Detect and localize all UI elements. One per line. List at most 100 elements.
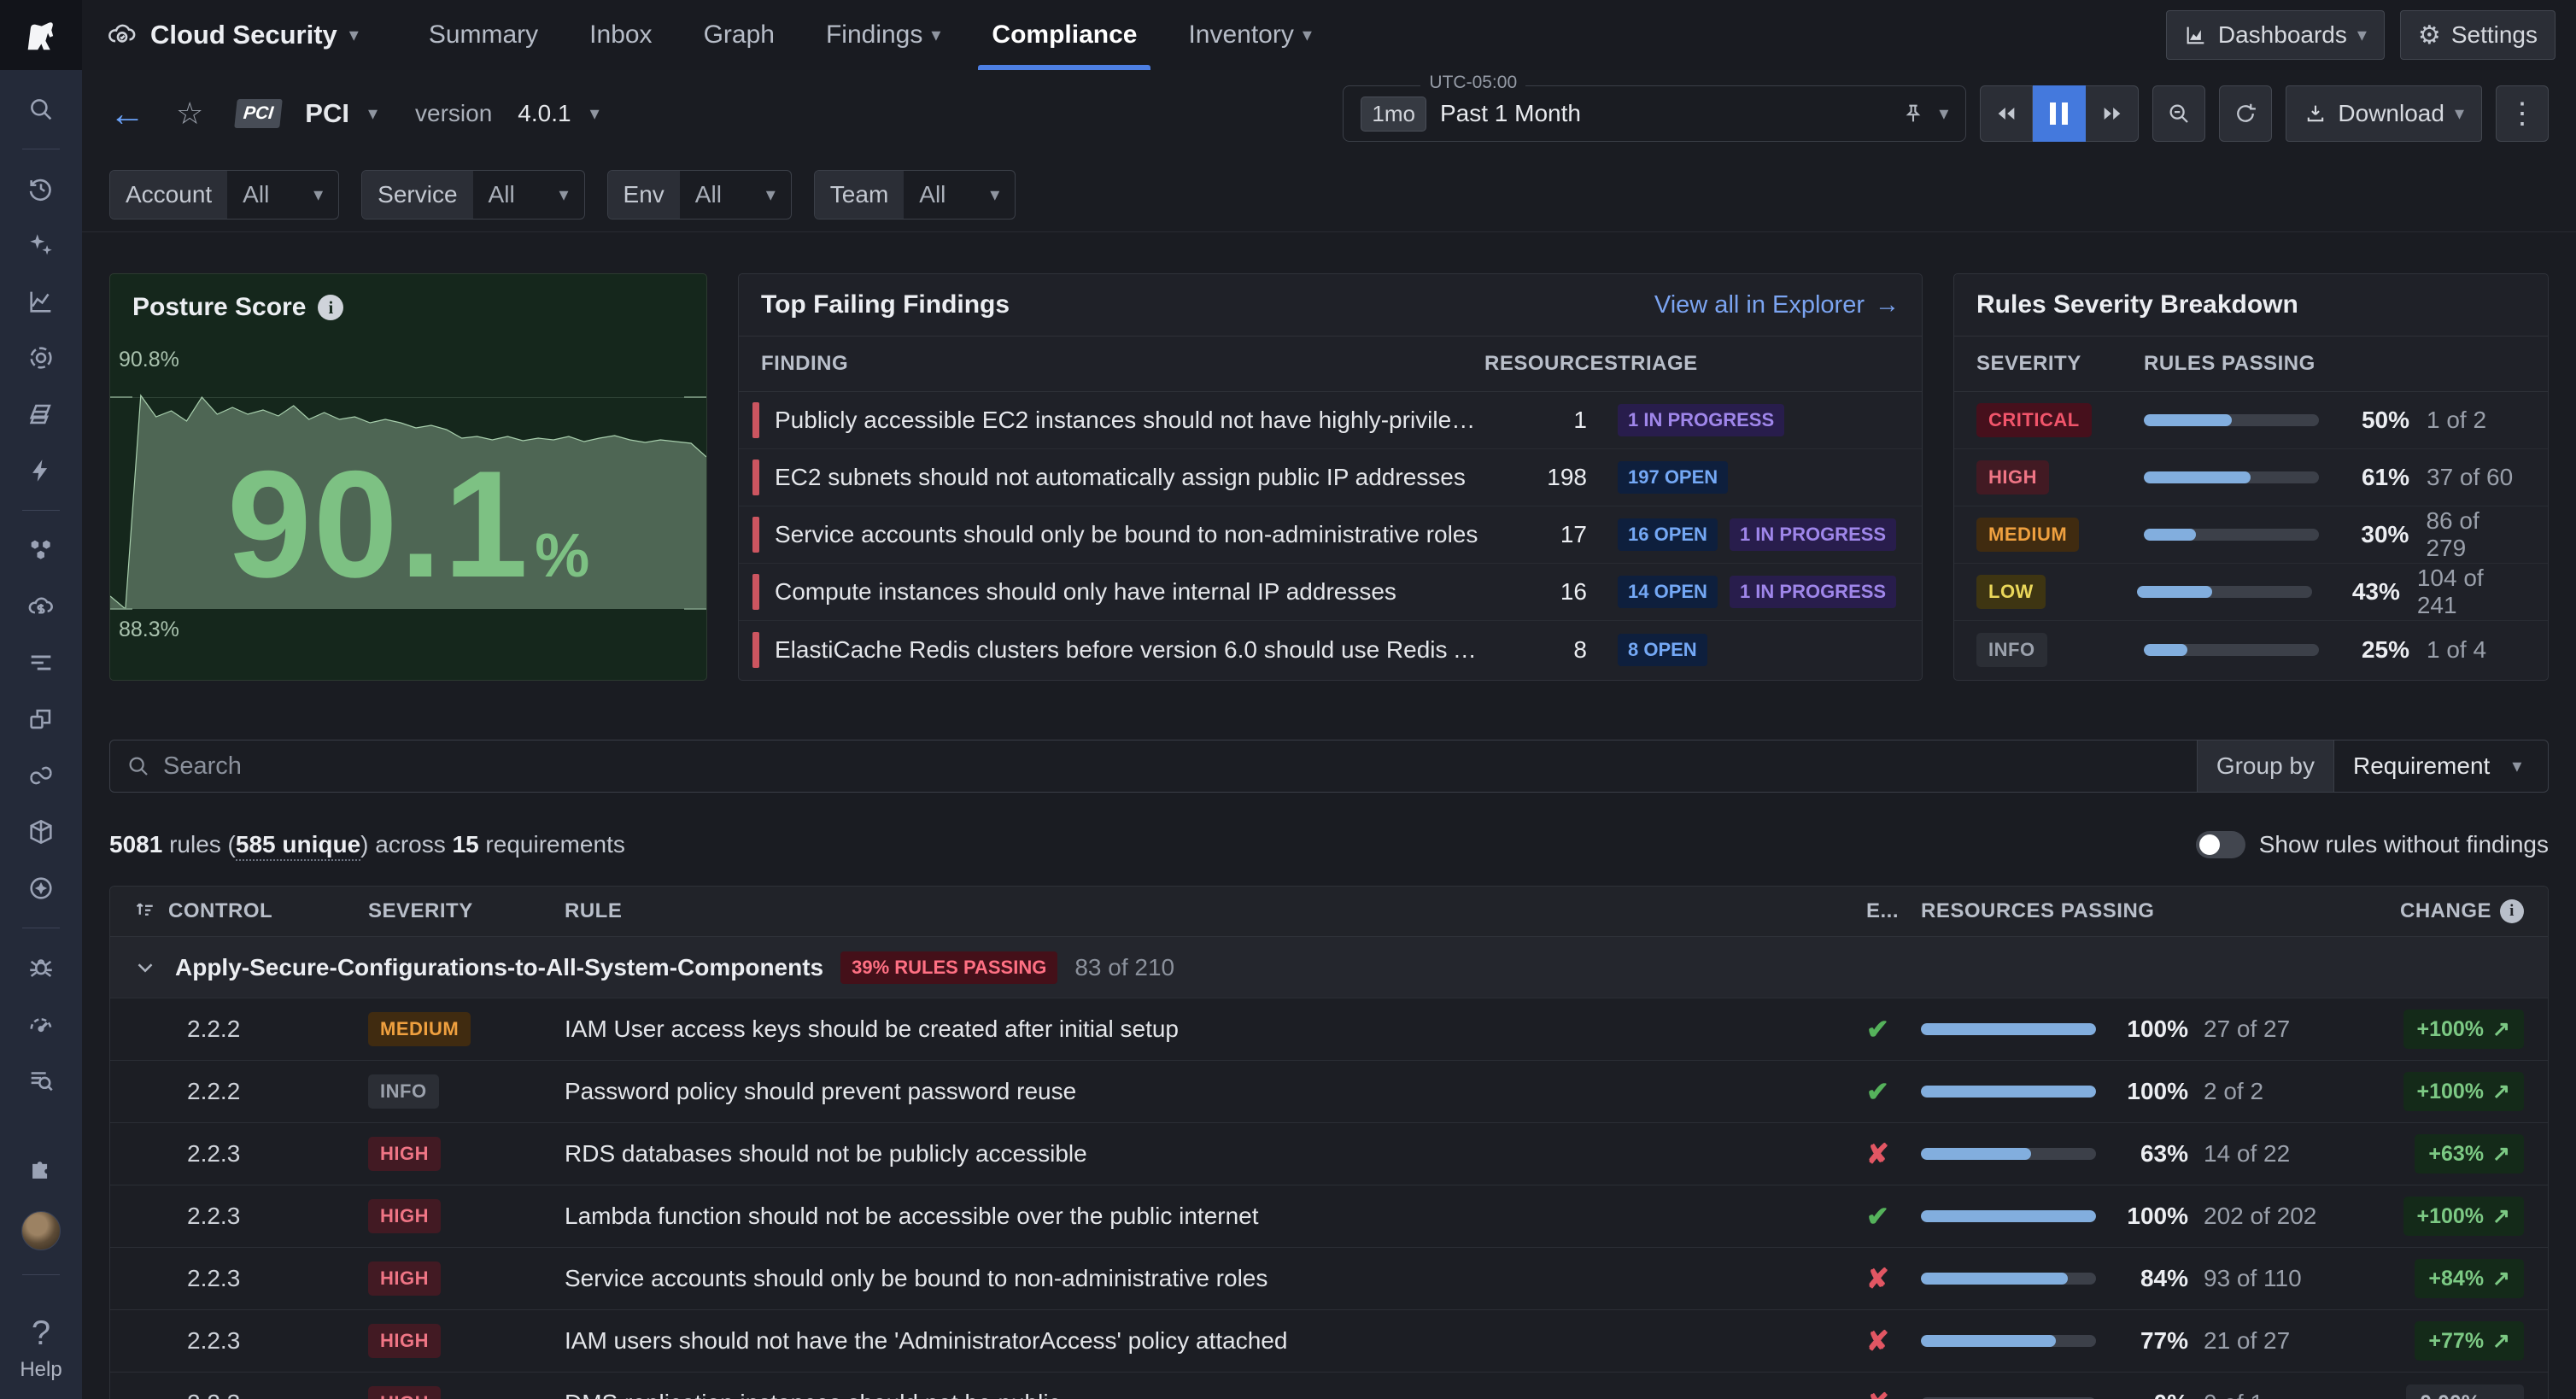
group-by-select[interactable]: Requirement ▾ xyxy=(2334,740,2548,792)
history-icon[interactable] xyxy=(24,172,58,206)
package-icon[interactable] xyxy=(24,815,58,849)
rule-row[interactable]: 2.2.3HIGHRDS databases should not be pub… xyxy=(110,1122,2548,1185)
integrations-puzzle-icon[interactable] xyxy=(24,1153,58,1187)
search-icon[interactable] xyxy=(24,92,58,126)
sparkles-icon[interactable] xyxy=(24,228,58,262)
help-button[interactable]: ? Help xyxy=(20,1299,61,1382)
pin-icon[interactable] xyxy=(1901,102,1925,126)
favorite-star-icon[interactable]: ☆ xyxy=(176,96,203,132)
infrastructure-hex-icon[interactable] xyxy=(24,533,58,567)
finding-row[interactable]: EC2 subnets should not automatically ass… xyxy=(739,449,1922,506)
triage-badge[interactable]: 1 IN PROGRESS xyxy=(1730,576,1896,608)
layers-icon[interactable] xyxy=(24,397,58,431)
chevron-down-icon[interactable]: ▾ xyxy=(590,102,600,125)
rule-row[interactable]: 2.2.3HIGHDMS replication instances shoul… xyxy=(110,1372,2548,1399)
finding-row[interactable]: Service accounts should only be bound to… xyxy=(739,506,1922,564)
rewind-button[interactable] xyxy=(1980,85,2033,142)
chevron-down-icon[interactable]: ▾ xyxy=(368,102,378,125)
rule-title: IAM users should not have the 'Administr… xyxy=(532,1327,1866,1355)
rule-row[interactable]: 2.2.2MEDIUMIAM User access keys should b… xyxy=(110,998,2548,1060)
rule-resources-cell: 100%27 of 27 xyxy=(1921,1016,2331,1043)
framework-toolbar: ← ☆ PCI PCI ▾ version 4.0.1 ▾ UTC-05:00 … xyxy=(82,70,2576,157)
severity-row[interactable]: CRITICAL50%1 of 2 xyxy=(1954,392,2548,449)
bug-icon[interactable] xyxy=(24,951,58,985)
triage-badge[interactable]: 1 IN PROGRESS xyxy=(1618,404,1784,436)
filter-service[interactable]: Service All▾ xyxy=(361,170,584,220)
logs-icon[interactable] xyxy=(24,646,58,680)
tab-compliance[interactable]: Compliance xyxy=(969,0,1159,70)
zoom-out-button[interactable] xyxy=(2152,85,2205,142)
triage-badge[interactable]: 14 OPEN xyxy=(1618,576,1718,608)
audit-list-icon[interactable] xyxy=(24,1063,58,1098)
back-arrow-icon[interactable]: ← xyxy=(109,96,145,132)
filter-env[interactable]: Env All▾ xyxy=(607,170,792,220)
col-rule[interactable]: RULE xyxy=(532,899,1866,923)
col-severity[interactable]: SEVERITY xyxy=(327,899,532,923)
finding-resources-count: 17 xyxy=(1484,521,1587,548)
filter-team[interactable]: Team All▾ xyxy=(814,170,1016,220)
service-link-icon[interactable] xyxy=(24,758,58,793)
pause-button[interactable] xyxy=(2033,85,2086,142)
info-icon[interactable]: i xyxy=(2500,899,2524,923)
time-range-label: Past 1 Month xyxy=(1440,100,1888,127)
compass-star-icon[interactable] xyxy=(24,871,58,905)
settings-button[interactable]: ⚙ Settings xyxy=(2400,10,2556,60)
severity-row[interactable]: MEDIUM30%86 of 279 xyxy=(1954,506,2548,564)
dashboards-button[interactable]: Dashboards ▾ xyxy=(2166,10,2385,60)
target-icon[interactable] xyxy=(24,341,58,375)
show-rules-toggle[interactable] xyxy=(2196,831,2245,858)
tab-findings[interactable]: Findings▾ xyxy=(804,0,963,70)
triage-badge[interactable]: 1 IN PROGRESS xyxy=(1730,518,1896,551)
metrics-chart-icon[interactable] xyxy=(24,284,58,319)
tab-inbox[interactable]: Inbox xyxy=(567,0,674,70)
col-resources-passing[interactable]: RESOURCES PASSING xyxy=(1921,899,2331,923)
filter-account[interactable]: Account All▾ xyxy=(109,170,339,220)
view-all-link[interactable]: View all in Explorer → xyxy=(1654,291,1900,319)
severity-row[interactable]: LOW43%104 of 241 xyxy=(1954,564,2548,621)
info-icon[interactable]: i xyxy=(318,295,343,320)
gauge-icon[interactable] xyxy=(24,1007,58,1041)
tab-inventory[interactable]: Inventory▾ xyxy=(1166,0,1333,70)
rule-title: IAM User access keys should be created a… xyxy=(532,1016,1866,1043)
search-icon xyxy=(126,753,151,779)
rule-row[interactable]: 2.2.3HIGHLambda function should not be a… xyxy=(110,1185,2548,1247)
severity-row[interactable]: INFO25%1 of 4 xyxy=(1954,621,2548,678)
rule-row[interactable]: 2.2.3HIGHIAM users should not have the '… xyxy=(110,1309,2548,1372)
triage-badge[interactable]: 16 OPEN xyxy=(1618,518,1718,551)
time-range-picker[interactable]: UTC-05:00 1mo Past 1 Month ▾ xyxy=(1343,85,1966,142)
col-eval[interactable]: E... xyxy=(1866,899,1921,923)
rule-row[interactable]: 2.2.2INFOPassword policy should prevent … xyxy=(110,1060,2548,1122)
finding-row[interactable]: ElastiCache Redis clusters before versio… xyxy=(739,621,1922,678)
filter-value: All xyxy=(919,181,946,208)
triage-badge[interactable]: 197 OPEN xyxy=(1618,461,1728,494)
datadog-logo[interactable] xyxy=(0,0,82,70)
col-control[interactable]: CONTROL xyxy=(110,899,327,924)
product-switcher[interactable]: Cloud Security ▾ xyxy=(106,0,359,70)
refresh-button[interactable] xyxy=(2219,85,2272,142)
col-change[interactable]: CHANGE i xyxy=(2331,899,2548,923)
forward-button[interactable] xyxy=(2086,85,2139,142)
group-by-value: Requirement xyxy=(2353,752,2490,780)
apm-windows-icon[interactable] xyxy=(24,702,58,736)
timezone-label: UTC-05:00 xyxy=(1420,73,1525,93)
tab-graph[interactable]: Graph xyxy=(682,0,797,70)
more-options-button[interactable]: ⋮ xyxy=(2496,85,2549,142)
rules-count-text: 5081 rules (585 unique) across 15 requir… xyxy=(109,831,625,858)
requirement-group-row[interactable]: Apply-Secure-Configurations-to-All-Syste… xyxy=(110,936,2548,998)
rule-change-cell: +63%↗ xyxy=(2331,1134,2548,1174)
search-input[interactable] xyxy=(163,752,2181,781)
rule-row[interactable]: 2.2.3HIGHService accounts should only be… xyxy=(110,1247,2548,1309)
chevron-down-icon: ▾ xyxy=(2455,102,2464,125)
rules-passing-count: 37 of 60 xyxy=(2427,464,2513,491)
cloud-cost-icon[interactable] xyxy=(24,589,58,623)
triage-badge[interactable]: 8 OPEN xyxy=(1618,634,1707,666)
finding-row[interactable]: Compute instances should only have inter… xyxy=(739,564,1922,621)
finding-row[interactable]: Publicly accessible EC2 instances should… xyxy=(739,392,1922,449)
severity-row[interactable]: HIGH61%37 of 60 xyxy=(1954,449,2548,506)
search-box[interactable] xyxy=(110,740,2197,792)
tab-summary[interactable]: Summary xyxy=(407,0,560,70)
user-avatar[interactable] xyxy=(21,1211,61,1250)
download-button[interactable]: Download ▾ xyxy=(2286,85,2482,142)
bolt-icon[interactable] xyxy=(24,454,58,488)
rules-table-header: CONTROL SEVERITY RULE E... RESOURCES PAS… xyxy=(110,887,2548,936)
